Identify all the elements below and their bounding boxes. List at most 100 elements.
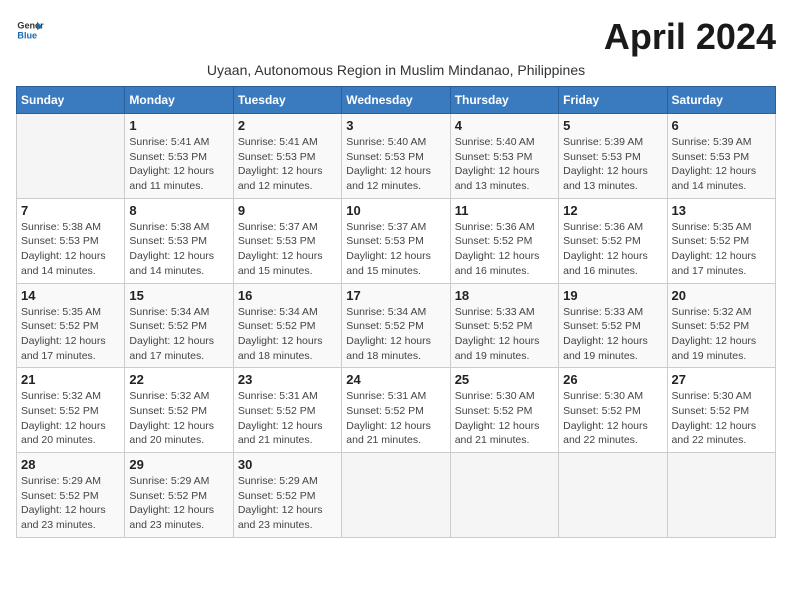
calendar-cell: 14Sunrise: 5:35 AM Sunset: 5:52 PM Dayli… [17,283,125,368]
col-header-friday: Friday [559,87,667,114]
day-info: Sunrise: 5:38 AM Sunset: 5:53 PM Dayligh… [129,220,228,279]
day-info: Sunrise: 5:30 AM Sunset: 5:52 PM Dayligh… [672,389,771,448]
day-info: Sunrise: 5:31 AM Sunset: 5:52 PM Dayligh… [238,389,337,448]
calendar-cell: 26 Sunrise: 5:30 AM Sunset: 5:52 PM Dayli… [559,368,667,453]
day-number: 11 [455,203,554,218]
calendar-cell: 12 Sunrise: 5:36 AM Sunset: 5:52 PM Dayli… [559,198,667,283]
day-number: 15 [129,288,228,303]
calendar-cell: 24 Sunrise: 5:31 AM Sunset: 5:52 PM Dayli… [342,368,450,453]
calendar-cell: 29Sunrise: 5:29 AM Sunset: 5:52 PM Dayli… [125,453,233,538]
day-number: 24 [346,372,445,387]
logo-icon: General Blue [16,16,44,44]
day-number: 18 [455,288,554,303]
day-number: 16 [238,288,337,303]
day-info: Sunrise: 5:39 AM Sunset: 5:53 PM Dayligh… [672,135,771,194]
calendar-week-1: 1Sunrise: 5:41 AM Sunset: 5:53 PM Daylig… [17,114,776,199]
calendar-cell: 21 Sunrise: 5:32 AM Sunset: 5:52 PM Dayli… [17,368,125,453]
day-info: Sunrise: 5:37 AM Sunset: 5:53 PM Dayligh… [346,220,445,279]
calendar-header-row: SundayMondayTuesdayWednesdayThursdayFrid… [17,87,776,114]
day-number: 19 [563,288,662,303]
calendar-cell: 2 Sunrise: 5:41 AM Sunset: 5:53 PM Daylig… [233,114,341,199]
day-number: 2 [238,118,337,133]
day-info: Sunrise: 5:36 AM Sunset: 5:52 PM Dayligh… [455,220,554,279]
day-number: 6 [672,118,771,133]
calendar-cell: 27 Sunrise: 5:30 AM Sunset: 5:52 PM Dayli… [667,368,775,453]
day-number: 10 [346,203,445,218]
day-number: 28 [21,457,120,472]
day-number: 27 [672,372,771,387]
calendar-cell: 15 Sunrise: 5:34 AM Sunset: 5:52 PM Dayli… [125,283,233,368]
day-info: Sunrise: 5:29 AM Sunset: 5:52 PM Dayligh… [21,474,120,533]
day-number: 25 [455,372,554,387]
calendar-cell: 17 Sunrise: 5:34 AM Sunset: 5:52 PM Dayli… [342,283,450,368]
day-number: 3 [346,118,445,133]
day-info: Sunrise: 5:32 AM Sunset: 5:52 PM Dayligh… [672,305,771,364]
day-number: 12 [563,203,662,218]
day-info: Sunrise: 5:36 AM Sunset: 5:52 PM Dayligh… [563,220,662,279]
col-header-thursday: Thursday [450,87,558,114]
calendar-table: SundayMondayTuesdayWednesdayThursdayFrid… [16,86,776,538]
calendar-cell: 25 Sunrise: 5:30 AM Sunset: 5:52 PM Dayli… [450,368,558,453]
day-number: 21 [21,372,120,387]
day-number: 20 [672,288,771,303]
calendar-cell: 5 Sunrise: 5:39 AM Sunset: 5:53 PM Daylig… [559,114,667,199]
day-info: Sunrise: 5:30 AM Sunset: 5:52 PM Dayligh… [455,389,554,448]
calendar-cell [450,453,558,538]
day-number: 23 [238,372,337,387]
day-number: 13 [672,203,771,218]
calendar-cell [667,453,775,538]
day-info: Sunrise: 5:40 AM Sunset: 5:53 PM Dayligh… [346,135,445,194]
day-number: 22 [129,372,228,387]
calendar-cell: 28 Sunrise: 5:29 AM Sunset: 5:52 PM Dayli… [17,453,125,538]
day-info: Sunrise: 5:40 AM Sunset: 5:53 PM Dayligh… [455,135,554,194]
calendar-cell: 11 Sunrise: 5:36 AM Sunset: 5:52 PM Dayli… [450,198,558,283]
day-info: Sunrise: 5:37 AM Sunset: 5:53 PM Dayligh… [238,220,337,279]
calendar-week-3: 14Sunrise: 5:35 AM Sunset: 5:52 PM Dayli… [17,283,776,368]
day-info: Sunrise: 5:29 AM Sunset: 5:52 PM Dayligh… [129,474,228,533]
day-info: Sunrise: 5:30 AM Sunset: 5:52 PM Dayligh… [563,389,662,448]
day-info: Sunrise: 5:39 AM Sunset: 5:53 PM Dayligh… [563,135,662,194]
day-number: 7 [21,203,120,218]
calendar-cell [559,453,667,538]
day-info: Sunrise: 5:32 AM Sunset: 5:52 PM Dayligh… [21,389,120,448]
day-info: Sunrise: 5:31 AM Sunset: 5:52 PM Dayligh… [346,389,445,448]
calendar-cell [17,114,125,199]
page-title: April 2024 [604,16,776,58]
day-number: 5 [563,118,662,133]
calendar-cell: 23 Sunrise: 5:31 AM Sunset: 5:52 PM Dayli… [233,368,341,453]
col-header-monday: Monday [125,87,233,114]
col-header-sunday: Sunday [17,87,125,114]
calendar-cell: 10 Sunrise: 5:37 AM Sunset: 5:53 PM Dayli… [342,198,450,283]
day-info: Sunrise: 5:33 AM Sunset: 5:52 PM Dayligh… [455,305,554,364]
calendar-cell: 3 Sunrise: 5:40 AM Sunset: 5:53 PM Daylig… [342,114,450,199]
calendar-cell: 9 Sunrise: 5:37 AM Sunset: 5:53 PM Daylig… [233,198,341,283]
calendar-cell: 1Sunrise: 5:41 AM Sunset: 5:53 PM Daylig… [125,114,233,199]
day-info: Sunrise: 5:34 AM Sunset: 5:52 PM Dayligh… [346,305,445,364]
day-info: Sunrise: 5:34 AM Sunset: 5:52 PM Dayligh… [238,305,337,364]
day-number: 9 [238,203,337,218]
day-info: Sunrise: 5:41 AM Sunset: 5:53 PM Dayligh… [238,135,337,194]
col-header-saturday: Saturday [667,87,775,114]
day-number: 30 [238,457,337,472]
svg-text:Blue: Blue [17,30,37,40]
calendar-cell: 16 Sunrise: 5:34 AM Sunset: 5:52 PM Dayli… [233,283,341,368]
calendar-week-2: 7 Sunrise: 5:38 AM Sunset: 5:53 PM Daylig… [17,198,776,283]
page-subtitle: Uyaan, Autonomous Region in Muslim Minda… [16,62,776,78]
day-info: Sunrise: 5:29 AM Sunset: 5:52 PM Dayligh… [238,474,337,533]
logo: General Blue [16,16,44,44]
day-number: 17 [346,288,445,303]
day-number: 26 [563,372,662,387]
calendar-cell: 13Sunrise: 5:35 AM Sunset: 5:52 PM Dayli… [667,198,775,283]
col-header-wednesday: Wednesday [342,87,450,114]
calendar-cell: 19 Sunrise: 5:33 AM Sunset: 5:52 PM Dayli… [559,283,667,368]
day-info: Sunrise: 5:34 AM Sunset: 5:52 PM Dayligh… [129,305,228,364]
page-header: General Blue April 2024 [16,16,776,58]
calendar-cell: 30 Sunrise: 5:29 AM Sunset: 5:52 PM Dayli… [233,453,341,538]
day-number: 4 [455,118,554,133]
calendar-cell: 22Sunrise: 5:32 AM Sunset: 5:52 PM Dayli… [125,368,233,453]
day-info: Sunrise: 5:33 AM Sunset: 5:52 PM Dayligh… [563,305,662,364]
calendar-week-5: 28 Sunrise: 5:29 AM Sunset: 5:52 PM Dayli… [17,453,776,538]
col-header-tuesday: Tuesday [233,87,341,114]
day-number: 8 [129,203,228,218]
day-info: Sunrise: 5:38 AM Sunset: 5:53 PM Dayligh… [21,220,120,279]
